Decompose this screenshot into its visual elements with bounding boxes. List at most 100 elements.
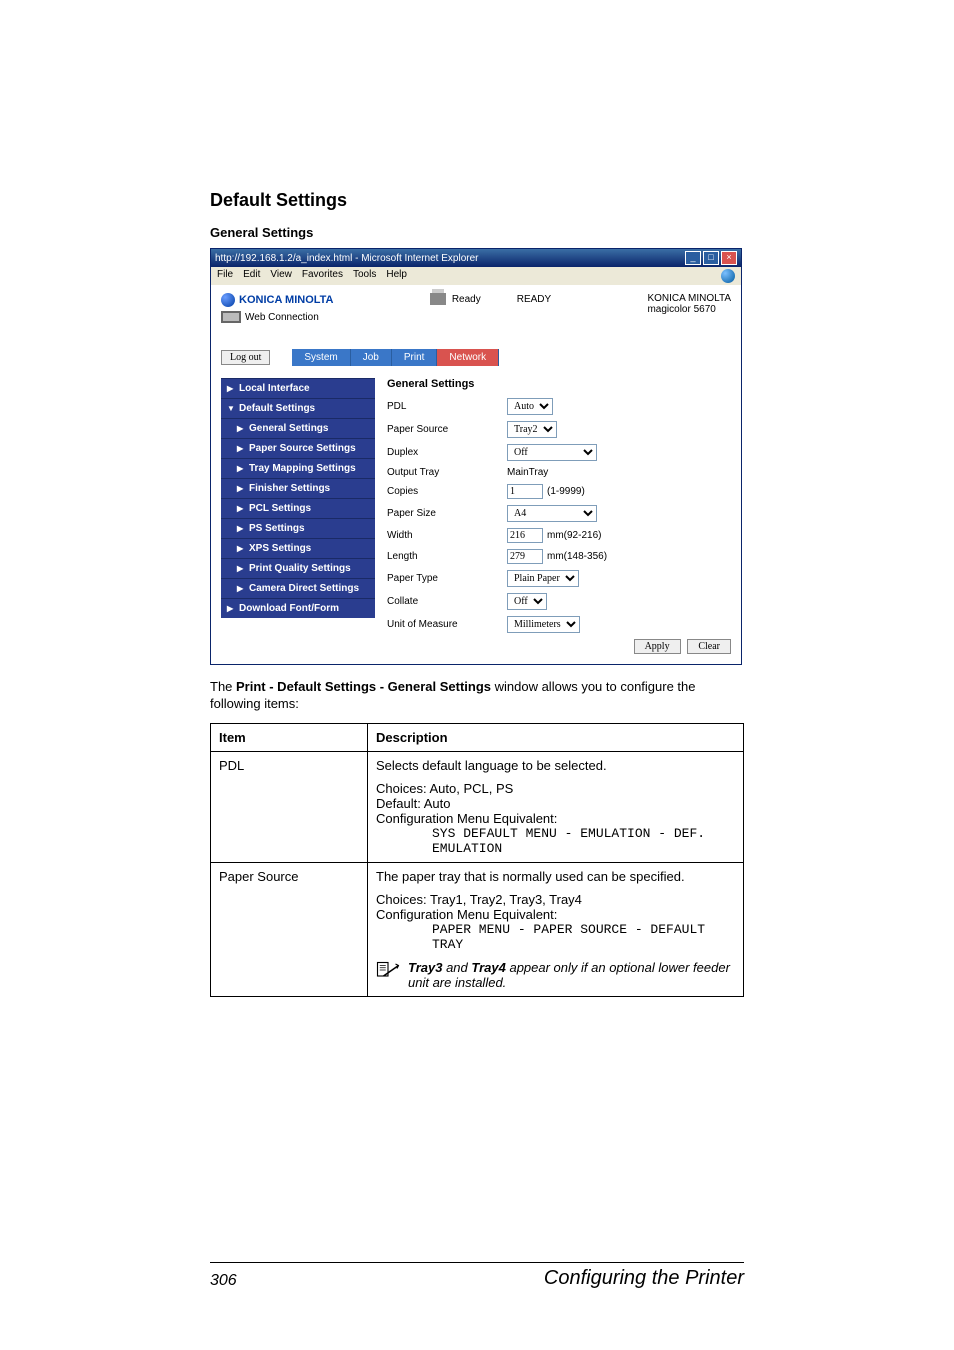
logout-button[interactable]: Log out — [221, 350, 270, 365]
sidebar-label: PCL Settings — [249, 503, 311, 514]
label-paper-type: Paper Type — [387, 573, 507, 584]
sidebar-label: XPS Settings — [249, 543, 311, 554]
select-duplex[interactable]: Off — [507, 444, 597, 461]
desc-mono-line: SYS DEFAULT MENU - EMULATION - DEF. EMUL… — [376, 826, 735, 856]
table-head-description: Description — [368, 723, 744, 751]
label-output-tray: Output Tray — [387, 467, 507, 478]
label-unit-of-measure: Unit of Measure — [387, 619, 507, 630]
desc-line: Selects default language to be selected. — [376, 758, 735, 773]
desc-line: Choices: Tray1, Tray2, Tray3, Tray4 — [376, 892, 735, 907]
sidebar-item-camera-direct-settings[interactable]: Camera Direct Settings — [221, 578, 375, 598]
caption-prefix: The — [210, 679, 236, 694]
sidebar-item-download-font-form[interactable]: Download Font/Form — [221, 598, 375, 618]
select-paper-type[interactable]: Plain Paper — [507, 570, 579, 587]
table-head-item: Item — [211, 723, 368, 751]
select-paper-size[interactable]: A4 — [507, 505, 597, 522]
window-title: http://192.168.1.2/a_index.html - Micros… — [215, 253, 478, 264]
label-collate: Collate — [387, 596, 507, 607]
pagescope-icon — [221, 311, 241, 323]
tab-system[interactable]: System — [292, 349, 350, 366]
note-strong: Tray3 — [408, 960, 442, 975]
description-table: Item Description PDL Selects default lan… — [210, 723, 744, 997]
sidebar-label: Tray Mapping Settings — [249, 463, 356, 474]
sidebar-label: General Settings — [249, 423, 328, 434]
menu-edit: Edit — [243, 269, 260, 283]
close-icon: × — [721, 251, 737, 265]
select-collate[interactable]: Off — [507, 593, 547, 610]
tab-job[interactable]: Job — [351, 349, 392, 366]
menu-file: File — [217, 269, 233, 283]
pagescope-text: Web Connection — [245, 312, 319, 323]
label-width: Width — [387, 530, 507, 541]
desc-mono-line: PAPER MENU - PAPER SOURCE - DEFAULT TRAY — [376, 922, 735, 952]
heading-general-settings: General Settings — [210, 225, 744, 240]
label-length: Length — [387, 551, 507, 562]
sidebar-item-local-interface[interactable]: Local Interface — [221, 378, 375, 398]
form-title: General Settings — [387, 378, 731, 390]
cell-item-paper-source: Paper Source — [211, 862, 368, 996]
sidebar-item-print-quality-settings[interactable]: Print Quality Settings — [221, 558, 375, 578]
sidebar-item-finisher-settings[interactable]: Finisher Settings — [221, 478, 375, 498]
select-paper-source[interactable]: Tray2 — [507, 421, 557, 438]
tab-print[interactable]: Print — [392, 349, 438, 366]
cell-desc-pdl: Selects default language to be selected.… — [368, 751, 744, 862]
input-copies[interactable] — [507, 484, 543, 499]
printer-icon — [430, 293, 446, 305]
sidebar-label: Print Quality Settings — [249, 563, 351, 574]
clear-button[interactable]: Clear — [687, 639, 731, 654]
sidebar-label: Camera Direct Settings — [249, 583, 359, 594]
note-strong: Tray4 — [471, 960, 505, 975]
tab-network[interactable]: Network — [437, 349, 499, 366]
input-width[interactable] — [507, 528, 543, 543]
minimize-icon: _ — [685, 251, 701, 265]
suffix-width: mm(92-216) — [547, 530, 601, 541]
cell-item-pdl: PDL — [211, 751, 368, 862]
input-length[interactable] — [507, 549, 543, 564]
ie-icon — [721, 269, 735, 283]
note-icon — [376, 960, 400, 980]
sidebar-item-paper-source-settings[interactable]: Paper Source Settings — [221, 438, 375, 458]
value-output-tray: MainTray — [507, 467, 548, 478]
menu-tools: Tools — [353, 269, 376, 283]
sidebar-label: Download Font/Form — [239, 603, 339, 614]
sidebar-item-general-settings[interactable]: General Settings — [221, 418, 375, 438]
sidebar-item-tray-mapping-settings[interactable]: Tray Mapping Settings — [221, 458, 375, 478]
suffix-copies: (1-9999) — [547, 486, 585, 497]
menu-view: View — [270, 269, 292, 283]
label-pdl: PDL — [387, 401, 507, 412]
label-copies: Copies — [387, 486, 507, 497]
note-text: and — [442, 960, 471, 975]
label-paper-size: Paper Size — [387, 508, 507, 519]
sidebar-label: Local Interface — [239, 383, 310, 394]
sidebar-item-xps-settings[interactable]: XPS Settings — [221, 538, 375, 558]
window-titlebar: http://192.168.1.2/a_index.html - Micros… — [211, 249, 741, 267]
page-footer: 306 Configuring the Printer — [210, 1262, 744, 1290]
form-area: General Settings PDLAuto Paper SourceTra… — [387, 378, 731, 654]
desc-line: Configuration Menu Equivalent: — [376, 811, 735, 826]
desc-line: Configuration Menu Equivalent: — [376, 907, 735, 922]
desc-line: The paper tray that is normally used can… — [376, 869, 735, 884]
menu-favorites: Favorites — [302, 269, 343, 283]
page-number: 306 — [210, 1272, 237, 1290]
select-unit-of-measure[interactable]: Millimeters — [507, 616, 580, 633]
select-pdl[interactable]: Auto — [507, 398, 553, 415]
sidebar-item-ps-settings[interactable]: PS Settings — [221, 518, 375, 538]
sidebar-item-pcl-settings[interactable]: PCL Settings — [221, 498, 375, 518]
apply-button[interactable]: Apply — [634, 639, 681, 654]
device-brand: KONICA MINOLTA — [647, 293, 731, 304]
caption-bold: Print - Default Settings - General Setti… — [236, 679, 491, 694]
table-row: PDL Selects default language to be selec… — [211, 751, 744, 862]
sidebar-label: Finisher Settings — [249, 483, 330, 494]
device-model: magicolor 5670 — [647, 304, 731, 315]
ready-label: Ready — [452, 294, 481, 305]
maximize-icon: □ — [703, 251, 719, 265]
label-paper-source: Paper Source — [387, 424, 507, 435]
desc-line: Choices: Auto, PCL, PS — [376, 781, 735, 796]
suffix-length: mm(148-356) — [547, 551, 607, 562]
sidebar-label: Default Settings — [239, 403, 315, 414]
ready-caps: READY — [517, 294, 551, 305]
desc-line: Default: Auto — [376, 796, 735, 811]
sidebar-item-default-settings[interactable]: Default Settings — [221, 398, 375, 418]
brand-globe-icon — [221, 293, 235, 307]
sidebar: Local Interface Default Settings General… — [221, 378, 375, 654]
